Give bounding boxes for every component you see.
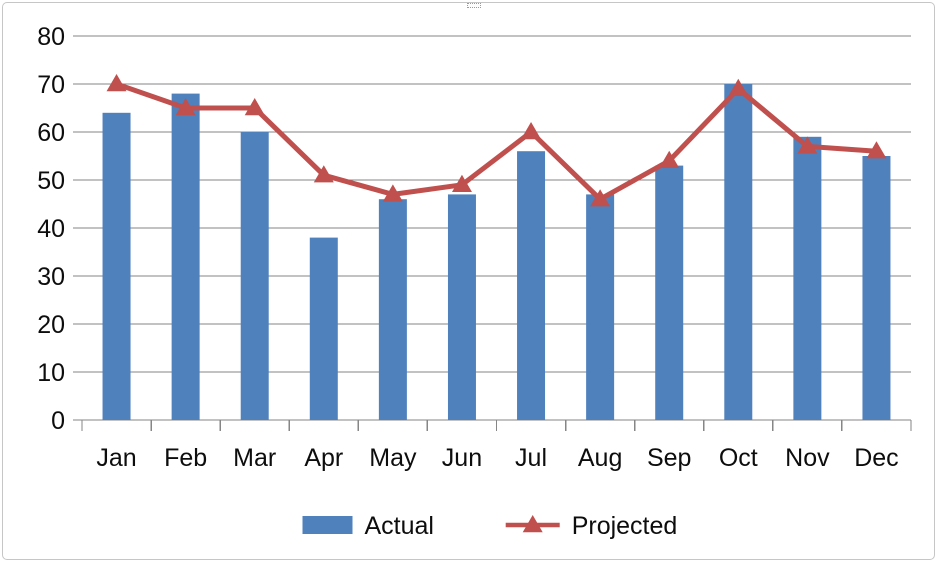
x-axis-tick-label: Sep xyxy=(647,444,691,472)
x-axis-tick-label: Oct xyxy=(719,444,758,472)
bar-apr[interactable] xyxy=(309,237,338,420)
projected-marker-jan[interactable] xyxy=(106,74,127,92)
bar-jul[interactable] xyxy=(517,151,546,420)
legend-item-actual[interactable]: Actual xyxy=(302,512,434,540)
bar-dec[interactable] xyxy=(862,156,891,420)
bar-aug[interactable] xyxy=(586,194,615,420)
x-axis-tick-label: Nov xyxy=(785,444,830,472)
x-axis-tick-label: Mar xyxy=(233,444,276,472)
y-axis-tick-label: 50 xyxy=(37,167,65,195)
x-axis-tick-label: May xyxy=(369,444,417,472)
bar-sep[interactable] xyxy=(655,165,684,420)
bar-jan[interactable] xyxy=(102,112,131,421)
bar-nov[interactable] xyxy=(793,136,822,421)
y-axis-tick-label: 60 xyxy=(37,119,65,147)
y-axis-tick-label: 0 xyxy=(51,407,65,435)
bar-jun[interactable] xyxy=(447,194,476,420)
chart-plot: 0 10 20 30 40 50 60 70 80 Jan Feb Mar Apr May Jun Jul Au… xyxy=(37,23,912,540)
x-axis-tick-label: Jun xyxy=(442,444,482,472)
x-axis-tick-label: Feb xyxy=(164,444,207,472)
y-axis-tick-label: 70 xyxy=(37,71,65,99)
legend-label: Actual xyxy=(365,512,434,540)
x-axis-tick-label: Jul xyxy=(515,444,547,472)
legend-label: Projected xyxy=(572,512,678,540)
projected-marker-jul[interactable] xyxy=(521,122,542,140)
x-axis-tick-label: Apr xyxy=(304,444,343,472)
y-axis-tick-label: 40 xyxy=(37,215,65,243)
y-axis-tick-label: 80 xyxy=(37,23,65,51)
y-axis-tick-label: 10 xyxy=(37,359,65,387)
bar-feb[interactable] xyxy=(171,93,200,420)
projected-line[interactable] xyxy=(114,81,879,202)
chart-frame[interactable]: 0 10 20 30 40 50 60 70 80 Jan Feb Mar Apr May Jun Jul Au… xyxy=(2,2,935,560)
bar-may[interactable] xyxy=(378,199,407,420)
legend-swatch-rect xyxy=(302,516,353,534)
bar-mar[interactable] xyxy=(240,132,269,420)
x-axis-tick-label: Dec xyxy=(854,444,898,472)
legend-item-projected[interactable]: Projected xyxy=(505,512,678,540)
bar-oct[interactable] xyxy=(724,84,753,420)
x-axis-tick-label: Aug xyxy=(578,444,622,472)
y-axis-tick-label: 30 xyxy=(37,263,65,291)
y-axis-tick-label: 20 xyxy=(37,311,65,339)
x-axis-tick-label: Jan xyxy=(96,444,136,472)
